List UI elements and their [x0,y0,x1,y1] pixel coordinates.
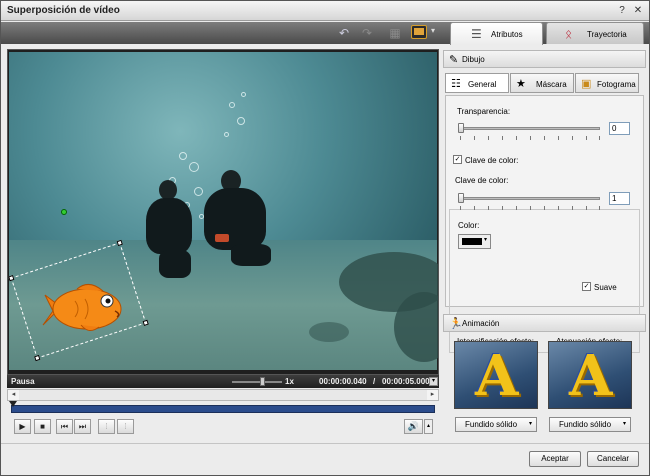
resize-handle[interactable] [8,275,15,282]
fade-out-dropdown[interactable]: Fundido sólido ▾ [549,417,631,432]
volume-caret-icon[interactable]: ▴ [424,419,433,434]
rotate-handle[interactable] [61,209,67,215]
subtab-mascara[interactable]: ★ Máscara [510,73,574,93]
volume-button[interactable]: 🔊 [404,419,423,434]
diver [146,198,192,254]
diver-legs [159,250,191,278]
title-bar: Superposición de vídeo ? ✕ [1,1,649,21]
section-title: Animación [462,319,500,328]
prev-frame-button[interactable]: ⏮ [56,419,73,434]
monitor-icon[interactable] [411,25,427,39]
time-separator: / [373,377,376,386]
effect-preview-letter: A [475,343,519,409]
chroma-key-checkbox-label: Clave de color: [465,156,519,165]
close-button[interactable]: ✕ [631,4,645,17]
dropdown-value: Fundido sólido [465,420,518,429]
timeline-track[interactable] [11,405,435,413]
fade-in-dropdown[interactable]: Fundido sólido ▾ [455,417,537,432]
slider-ticks [460,136,600,140]
cancel-button[interactable]: Cancelar [587,451,639,467]
mark-in-button[interactable]: ⁞ [98,419,115,434]
frame-icon: ▣ [581,78,592,90]
chevron-down-icon: ▾ [528,421,532,427]
brush-icon: ✎ [449,54,459,66]
trajectory-icon: ᛟ [565,27,573,41]
color-label: Color: [458,221,480,230]
speed-slider-knob[interactable] [260,377,265,386]
stop-button[interactable]: ■ [34,419,51,434]
speed-value: 1x [285,377,294,386]
diver-legs [231,244,271,266]
smooth-checkbox[interactable]: ✓ [582,282,591,291]
scroll-right-arrow[interactable]: ▸ [427,390,438,400]
overlay-dialog: Superposición de vídeo ? ✕ ↶ ↷ ▦ ▾ ☰ Atr… [0,0,650,476]
mark-out-button[interactable]: ⁞ [117,419,134,434]
attributes-panel: ✎ Dibujo ☷ General ★ Máscara ▣ Fotograma… [443,45,646,442]
smooth-label: Suave [594,283,617,292]
chroma-key-slider-knob[interactable] [458,193,464,203]
transparency-input[interactable]: 0 [609,122,630,135]
transparency-label: Transparencia: [457,107,511,116]
general-settings: Transparencia: 0 ✓ Clave de color: Clave… [445,95,644,353]
redo-icon[interactable]: ↷ [359,26,375,40]
player-status-bar: Pausa 1x 00:00:00.040 / 00:00:05.000 [7,375,439,388]
diver [204,188,266,250]
subtab-label: General [468,80,497,89]
animacion-header[interactable]: 🏃 Animación [443,314,646,332]
playback-state: Pausa [11,377,35,386]
next-frame-button[interactable]: ⏭ [74,419,91,434]
horizontal-scrollbar[interactable]: ◂ ▸ [7,389,439,401]
play-button[interactable]: ▶ [14,419,31,434]
chroma-key-input[interactable]: 1 [609,192,630,205]
diver-head [159,180,177,200]
section-title: Dibujo [462,55,485,64]
slider-ticks [460,206,600,210]
chroma-key-slider[interactable] [460,197,600,200]
accept-button[interactable]: Aceptar [529,451,581,467]
subtab-general[interactable]: ☷ General [445,73,509,93]
chevron-down-icon[interactable]: ▾ [431,26,435,35]
fade-in-preview[interactable]: A [454,341,538,409]
scroll-left-arrow[interactable]: ◂ [8,390,19,400]
subtab-label: Fotograma [597,80,636,89]
diver-gear [215,234,229,242]
divider [1,443,649,444]
current-time: 00:00:00.040 [319,377,367,386]
chevron-down-icon: ▾ [484,237,488,243]
subtab-fotograma[interactable]: ▣ Fotograma [575,73,639,93]
transparency-slider[interactable] [460,127,600,130]
tab-atributos[interactable]: ☰ Atributos [450,22,543,45]
tab-label: Atributos [491,30,523,39]
running-figure-icon: 🏃 [449,318,463,330]
fish-overlay-image[interactable] [37,281,127,336]
transparency-slider-knob[interactable] [458,123,464,133]
star-icon: ★ [516,78,526,90]
undo-icon[interactable]: ↶ [336,26,352,40]
help-button[interactable]: ? [615,4,629,17]
tab-label: Trayectoria [587,30,627,39]
grid-icon[interactable]: ▦ [387,26,403,40]
dropdown-value: Fundido sólido [559,420,612,429]
total-time: 00:00:05.000 [382,377,430,386]
dibujo-header[interactable]: ✎ Dibujo [443,50,646,68]
playhead-marker[interactable] [9,401,17,407]
reef-rock [309,322,349,342]
subtab-label: Máscara [536,80,567,89]
chevron-down-icon: ▾ [622,421,626,427]
tab-trayectoria[interactable]: ᛟ Trayectoria [546,22,644,44]
speed-slider[interactable] [232,381,282,383]
color-picker-button[interactable]: ▾ [458,234,491,249]
sliders-icon: ☰ [471,27,482,41]
color-swatch [462,238,482,245]
chroma-key-label: Clave de color: [455,176,509,185]
scroll-down-arrow[interactable]: ▾ [429,377,438,386]
chroma-key-checkbox[interactable]: ✓ [453,155,462,164]
general-icon: ☷ [451,78,461,90]
effect-preview-letter: A [569,343,613,409]
fade-out-preview[interactable]: A [548,341,632,409]
window-title: Superposición de vídeo [7,5,120,16]
